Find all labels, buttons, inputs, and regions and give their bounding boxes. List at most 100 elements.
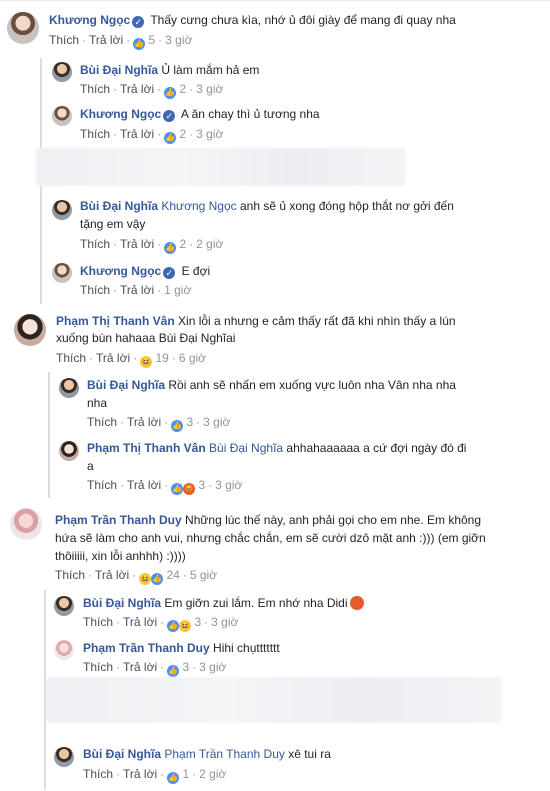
reply-link[interactable]: Trả lời [123, 615, 157, 629]
timestamp[interactable]: 2 giờ [199, 767, 226, 781]
reply-link[interactable]: Trả lời [95, 568, 129, 582]
timestamp[interactable]: 2 giờ [196, 237, 223, 251]
author-name[interactable]: Khương Ngọc [80, 264, 161, 278]
like-link[interactable]: Thích [83, 660, 113, 674]
haha-reaction-icon[interactable]: 😆 [140, 356, 153, 368]
reply-link[interactable]: Trả lời [120, 283, 154, 297]
timestamp[interactable]: 5 giờ [190, 568, 217, 582]
avatar[interactable] [52, 200, 72, 220]
like-link[interactable]: Thích [55, 568, 85, 582]
like-reaction-icon[interactable]: 👍 [167, 665, 180, 677]
avatar[interactable] [59, 441, 79, 461]
comment-body-cont: hứa sẽ làm cho anh vui, nhưng chắc chắn,… [55, 530, 486, 547]
mention-link[interactable]: Phạm Trần Thanh Duy [164, 747, 285, 761]
like-reaction-icon[interactable]: 👍 [151, 573, 164, 585]
timestamp[interactable]: 3 giờ [196, 82, 223, 96]
comment-text: Em giỡn zui lắm. Em nhớ nha Didi [164, 596, 348, 610]
reply-link[interactable]: Trả lời [120, 237, 154, 251]
timestamp[interactable]: 3 giờ [211, 615, 238, 629]
like-reaction-icon[interactable]: 👍 [167, 772, 180, 784]
comment-actions: Thích · Trả lời · 👍 1 · 2 giờ [83, 767, 227, 784]
comment-text: thôiiiii, xin lỗi anhhh) :)))) [55, 549, 186, 563]
avatar[interactable] [54, 747, 74, 767]
like-link[interactable]: Thích [83, 767, 113, 781]
like-link[interactable]: Thích [87, 415, 117, 429]
reaction-count[interactable]: 1 [182, 767, 189, 781]
reaction-count[interactable]: 2 [179, 82, 186, 96]
like-reaction-icon[interactable]: 👍 [171, 420, 184, 432]
avatar[interactable] [54, 640, 74, 660]
reaction-count[interactable]: 3 [194, 615, 201, 629]
like-link[interactable]: Thích [56, 351, 86, 365]
reply-link[interactable]: Trả lời [123, 660, 157, 674]
reply-link[interactable]: Trả lời [120, 127, 154, 141]
reply-link[interactable]: Trả lời [120, 82, 154, 96]
reply-link[interactable]: Trả lời [89, 33, 123, 47]
top-divider [0, 0, 550, 1]
author-name[interactable]: Khương Ngọc [49, 13, 130, 27]
author-name[interactable]: Phạm Trần Thanh Duy [83, 641, 210, 655]
reply-link[interactable]: Trả lời [127, 415, 161, 429]
author-name[interactable]: Bùi Đại Nghĩa [87, 378, 165, 392]
timestamp[interactable]: 3 giờ [203, 415, 230, 429]
avatar[interactable] [59, 378, 79, 398]
reply-link[interactable]: Trả lời [123, 767, 157, 781]
author-name[interactable]: Bùi Đại Nghĩa [80, 63, 158, 77]
reaction-count[interactable]: 3 [186, 415, 193, 429]
like-reaction-icon[interactable]: 👍 [164, 242, 177, 254]
like-reaction-icon[interactable]: 👍 [171, 483, 184, 495]
like-link[interactable]: Thích [80, 283, 110, 297]
author-name[interactable]: Phạm Trần Thanh Duy [55, 513, 182, 527]
timestamp[interactable]: 6 giờ [179, 351, 206, 365]
mention-link[interactable]: Khương Ngọc [161, 199, 236, 213]
like-link[interactable]: Thích [80, 237, 110, 251]
avatar[interactable] [52, 106, 72, 126]
like-link[interactable]: Thích [83, 615, 113, 629]
author-name[interactable]: Khương Ngọc [80, 107, 161, 121]
avatar[interactable] [52, 62, 72, 82]
like-reaction-icon[interactable]: 👍 [164, 132, 177, 144]
author-name[interactable]: Bùi Đại Nghĩa [83, 747, 161, 761]
mention-link[interactable]: Bùi Đại Nghĩa [209, 441, 283, 455]
reaction-count[interactable]: 3 [182, 660, 189, 674]
reaction-count[interactable]: 2 [179, 127, 186, 141]
avatar[interactable] [52, 263, 72, 283]
reaction-count[interactable]: 2 [179, 237, 186, 251]
timestamp[interactable]: 3 giờ [215, 478, 242, 492]
comment-text: Ủ làm mắm hả em [161, 63, 260, 77]
avatar[interactable] [14, 314, 46, 346]
avatar[interactable] [54, 596, 74, 616]
like-link[interactable]: Thích [49, 33, 79, 47]
reaction-count[interactable]: 3 [198, 478, 205, 492]
reaction-count[interactable]: 5 [148, 33, 155, 47]
like-reaction-icon[interactable]: 👍 [164, 87, 177, 99]
like-link[interactable]: Thích [80, 82, 110, 96]
reaction-count[interactable]: 24 [166, 568, 179, 582]
timestamp[interactable]: 3 giờ [199, 660, 226, 674]
reply-link[interactable]: Trả lời [127, 478, 161, 492]
reaction-count[interactable]: 19 [155, 351, 168, 365]
comment-text: Thấy cưng chưa kìa, nhớ ủ đôi giày để ma… [150, 13, 456, 27]
author-name[interactable]: Phạm Thị Thanh Vân [56, 314, 175, 328]
timestamp[interactable]: 1 giờ [164, 283, 191, 297]
haha-reaction-icon[interactable]: 😆 [179, 620, 192, 632]
timestamp[interactable]: 3 giờ [196, 127, 223, 141]
like-link[interactable]: Thích [87, 478, 117, 492]
comment-body: Bùi Đại Nghĩa Em giỡn zui lắm. Em nhớ nh… [83, 595, 364, 612]
like-reaction-icon[interactable]: 👍 [167, 620, 180, 632]
author-name[interactable]: Bùi Đại Nghĩa [80, 199, 158, 213]
reply-link[interactable]: Trả lời [96, 351, 130, 365]
comment-actions: Thích · Trả lời · 👍 3 · 3 giờ [87, 415, 231, 432]
haha-reaction-icon[interactable]: 😆 [139, 573, 152, 585]
comment-text: A ăn chay thì ủ tương nha [180, 107, 320, 121]
like-reaction-icon[interactable]: 👍 [133, 38, 146, 50]
avatar[interactable] [7, 12, 39, 44]
comment-body-cont: nha [87, 395, 107, 412]
avatar[interactable] [10, 508, 42, 540]
author-name[interactable]: Phạm Thị Thanh Vân [87, 441, 206, 455]
comment-body: Bùi Đại Nghĩa Phạm Trần Thanh Duy xê tui… [83, 746, 331, 763]
angry-reaction-icon[interactable]: 😡 [183, 483, 196, 495]
timestamp[interactable]: 3 giờ [165, 33, 192, 47]
author-name[interactable]: Bùi Đại Nghĩa [83, 596, 161, 610]
like-link[interactable]: Thích [80, 127, 110, 141]
